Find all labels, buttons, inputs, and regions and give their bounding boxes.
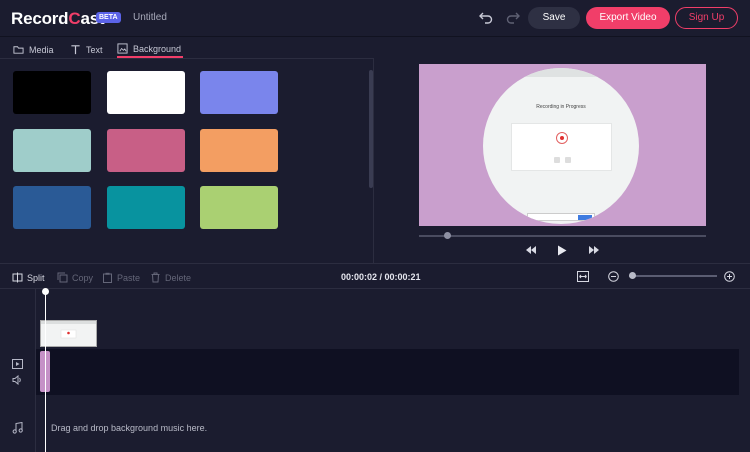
logo: RecordCast xyxy=(11,9,105,28)
playhead-handle[interactable] xyxy=(42,288,49,295)
zoom-slider-handle[interactable] xyxy=(629,272,636,279)
delete-button[interactable]: Delete xyxy=(150,272,191,283)
copy-icon xyxy=(57,272,68,283)
record-dot-icon xyxy=(560,136,564,140)
text-icon xyxy=(71,45,80,55)
tab-media[interactable]: Media xyxy=(13,41,54,58)
background-swatch[interactable] xyxy=(200,71,278,114)
download-button xyxy=(578,215,592,220)
video-track[interactable] xyxy=(36,349,739,395)
fast-forward-icon[interactable] xyxy=(588,245,600,258)
undo-icon[interactable] xyxy=(478,10,494,26)
timecode: 00:00:02 / 00:00:21 xyxy=(341,272,421,282)
document-title[interactable]: Untitled xyxy=(133,12,167,23)
seek-handle[interactable] xyxy=(444,232,451,239)
volume-icon[interactable] xyxy=(12,374,23,388)
fit-timeline-icon[interactable] xyxy=(577,271,589,282)
background-swatch[interactable] xyxy=(13,71,91,114)
pause-icon xyxy=(554,157,560,163)
redo-icon[interactable] xyxy=(505,10,521,26)
split-button[interactable]: Split xyxy=(12,272,45,283)
tab-text[interactable]: Text xyxy=(70,41,103,58)
background-swatch[interactable] xyxy=(107,186,185,229)
save-button[interactable]: Save xyxy=(528,7,580,29)
tab-background[interactable]: Background xyxy=(117,41,184,58)
folder-icon xyxy=(13,46,24,54)
background-swatch[interactable] xyxy=(13,186,91,229)
clip-thumbnail xyxy=(40,320,97,347)
browser-bar xyxy=(483,68,639,77)
app-header: RecordCast BETA Untitled Save Export Vid… xyxy=(0,0,750,37)
music-note-icon xyxy=(12,421,23,437)
copy-button[interactable]: Copy xyxy=(57,272,93,283)
seek-track[interactable] xyxy=(419,235,706,237)
download-bar xyxy=(527,213,595,221)
play-icon[interactable] xyxy=(557,245,567,259)
recording-card xyxy=(511,123,612,171)
background-swatch[interactable] xyxy=(107,129,185,172)
video-track-icon xyxy=(12,359,23,372)
export-video-button[interactable]: Export Video xyxy=(586,7,670,29)
zoom-in-icon[interactable] xyxy=(724,271,735,282)
video-preview[interactable]: Recording in Progress xyxy=(419,64,706,226)
music-drop-hint: Drag and drop background music here. xyxy=(51,423,208,433)
paste-icon xyxy=(103,272,112,283)
rewind-icon[interactable] xyxy=(525,245,537,258)
background-swatch[interactable] xyxy=(200,129,278,172)
background-panel xyxy=(0,59,374,263)
paste-button[interactable]: Paste xyxy=(102,272,140,283)
beta-badge: BETA xyxy=(96,12,121,23)
webcam-circle-frame: Recording in Progress xyxy=(483,68,639,224)
split-icon xyxy=(12,272,23,283)
panel-scrollbar[interactable] xyxy=(369,70,373,188)
sign-up-button[interactable]: Sign Up xyxy=(675,7,738,29)
background-swatch[interactable] xyxy=(13,129,91,172)
recording-title: Recording in Progress xyxy=(536,104,586,110)
trash-icon xyxy=(151,272,160,283)
background-swatch[interactable] xyxy=(200,186,278,229)
background-swatch[interactable] xyxy=(107,71,185,114)
stop-icon xyxy=(565,157,571,163)
asset-tabs: Media Text Background xyxy=(0,37,374,59)
zoom-out-icon[interactable] xyxy=(608,271,619,282)
zoom-slider-track[interactable] xyxy=(629,275,717,277)
background-icon xyxy=(117,43,128,54)
playhead[interactable] xyxy=(45,289,46,452)
